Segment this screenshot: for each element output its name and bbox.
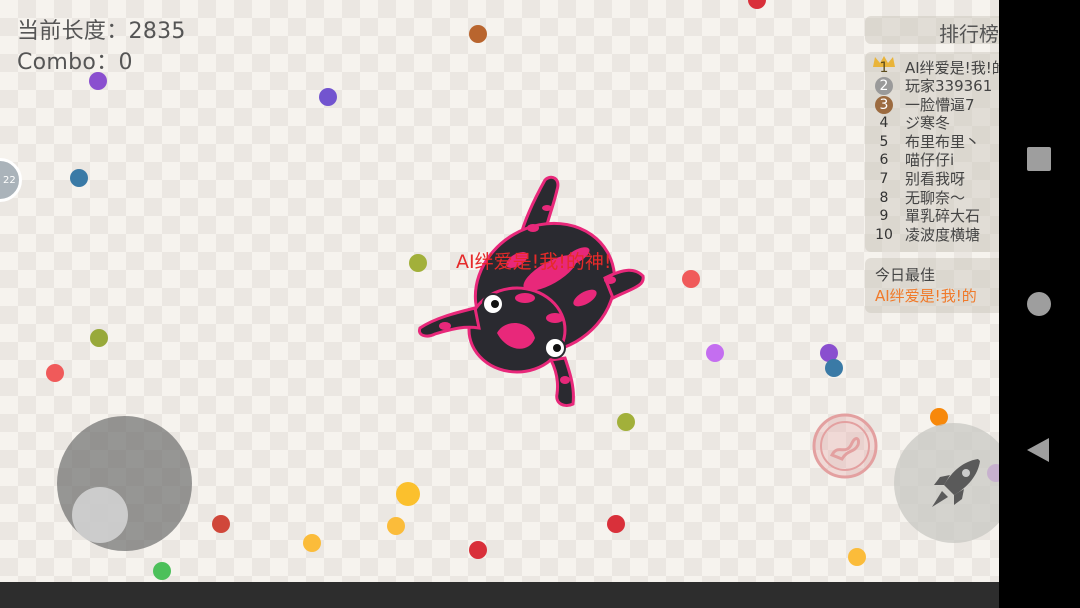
leaderboard-row: 1 AI绊爱是!我!的 bbox=[865, 59, 999, 77]
creature-spot bbox=[560, 376, 570, 384]
creature-spot bbox=[604, 276, 616, 284]
food-pellet bbox=[70, 169, 88, 187]
leaderboard-row: 2 玩家339361 bbox=[865, 77, 999, 95]
creature-spot bbox=[515, 293, 535, 303]
food-pellet bbox=[469, 541, 487, 559]
creature-leg bbox=[603, 268, 645, 301]
player-name-label: AI绊爱是!我!的神! bbox=[456, 251, 612, 273]
player-name: 喵仔仔i bbox=[905, 151, 955, 169]
leaderboard-row: 3 一脸懵逼7 bbox=[865, 96, 999, 114]
leaderboard-panel: 1 AI绊爱是!我!的 2 玩家339361 3 一脸懵逼7 4 ジ寒冬 5 布… bbox=[865, 52, 999, 252]
player-creature bbox=[417, 175, 645, 408]
creature-spot bbox=[546, 313, 564, 323]
food-pellet bbox=[212, 515, 230, 533]
food-pellet bbox=[46, 364, 64, 382]
leaderboard-row: 8 无聊奈～ bbox=[865, 189, 999, 207]
rank-number: 4 bbox=[879, 115, 889, 131]
player-name: 凌波度横塘 bbox=[905, 226, 981, 244]
leaderboard-row: 4 ジ寒冬 bbox=[865, 114, 999, 132]
player-name: AI绊爱是!我!的 bbox=[905, 59, 999, 77]
skill-button[interactable] bbox=[812, 413, 878, 479]
offscreen-player-marker: 22 bbox=[0, 158, 22, 202]
leaderboard-row: 6 喵仔仔i bbox=[865, 151, 999, 169]
combo-label: Combo： bbox=[17, 50, 119, 75]
food-pellet bbox=[303, 534, 321, 552]
rank-number: 10 bbox=[875, 227, 893, 243]
creature-eye-pupil bbox=[553, 344, 561, 352]
bottom-bar bbox=[0, 582, 999, 608]
player-name: 玩家339361 bbox=[905, 77, 993, 95]
food-pellet bbox=[396, 482, 420, 506]
triangle-back-icon[interactable] bbox=[1025, 436, 1051, 464]
creature-eye-pupil bbox=[491, 300, 499, 308]
leaderboard-row: 10 凌波度横塘 bbox=[865, 226, 999, 244]
boost-button[interactable] bbox=[894, 423, 999, 543]
best-today-label: 今日最佳 bbox=[875, 266, 936, 284]
rank-number: 1 bbox=[879, 60, 889, 76]
food-pellet bbox=[825, 359, 843, 377]
player-name: 无聊奈～ bbox=[905, 189, 966, 207]
dragon-emblem-icon bbox=[812, 413, 878, 479]
creature-spot bbox=[527, 224, 539, 232]
best-today-name: AI绊爱是!我!的 bbox=[875, 287, 977, 305]
food-pellet bbox=[848, 548, 866, 566]
food-pellet bbox=[748, 0, 766, 9]
leaderboard-row: 5 布里布里丶 bbox=[865, 133, 999, 151]
rank-number: 5 bbox=[879, 134, 889, 150]
circle-icon[interactable] bbox=[1027, 292, 1051, 316]
leaderboard-row: 7 别看我呀 bbox=[865, 170, 999, 188]
leaderboard-row: 9 單乳碎大石 bbox=[865, 207, 999, 225]
creature-spot bbox=[542, 205, 552, 211]
rocket-icon bbox=[932, 459, 980, 507]
food-pellet bbox=[617, 413, 635, 431]
creature-spot bbox=[439, 322, 451, 330]
joystick-knob[interactable] bbox=[72, 487, 128, 543]
food-pellet bbox=[469, 25, 487, 43]
leaderboard-title: 排行榜 bbox=[939, 22, 999, 46]
combo-value: 0 bbox=[118, 50, 133, 75]
rank-number: 9 bbox=[879, 208, 889, 224]
rank-number: 6 bbox=[879, 152, 889, 168]
best-today-panel: 今日最佳 AI绊爱是!我!的 bbox=[865, 258, 999, 313]
player-name: 布里布里丶 bbox=[905, 133, 981, 151]
rank-number: 8 bbox=[879, 190, 889, 206]
offscreen-marker-label: 22 bbox=[3, 175, 16, 186]
player-name: 單乳碎大石 bbox=[905, 207, 981, 225]
player-name: ジ寒冬 bbox=[905, 114, 951, 132]
square-icon[interactable] bbox=[1027, 147, 1051, 171]
food-pellet bbox=[607, 515, 625, 533]
rank-number: 7 bbox=[879, 171, 889, 187]
food-pellet bbox=[682, 270, 700, 288]
food-pellet bbox=[706, 344, 724, 362]
food-pellet bbox=[319, 88, 337, 106]
food-pellet bbox=[153, 562, 171, 580]
system-nav-bar bbox=[999, 0, 1080, 608]
player-name: 别看我呀 bbox=[905, 170, 966, 188]
food-pellet bbox=[90, 329, 108, 347]
length-readout: 当前长度：2835 bbox=[17, 13, 186, 45]
length-value: 2835 bbox=[128, 19, 186, 44]
length-label: 当前长度： bbox=[17, 19, 129, 44]
bronze-medal-icon: 3 bbox=[875, 96, 893, 114]
silver-medal-icon: 2 bbox=[875, 77, 893, 95]
player-name: 一脸懵逼7 bbox=[905, 96, 975, 114]
food-pellet bbox=[387, 517, 405, 535]
combo-readout: Combo：0 bbox=[17, 44, 133, 76]
game-field[interactable]: 当前长度：2835 Combo：0 22 AI绊爱是!我!的神! 排行榜 1 A… bbox=[0, 0, 999, 582]
leaderboard-header: 排行榜 bbox=[865, 16, 999, 46]
